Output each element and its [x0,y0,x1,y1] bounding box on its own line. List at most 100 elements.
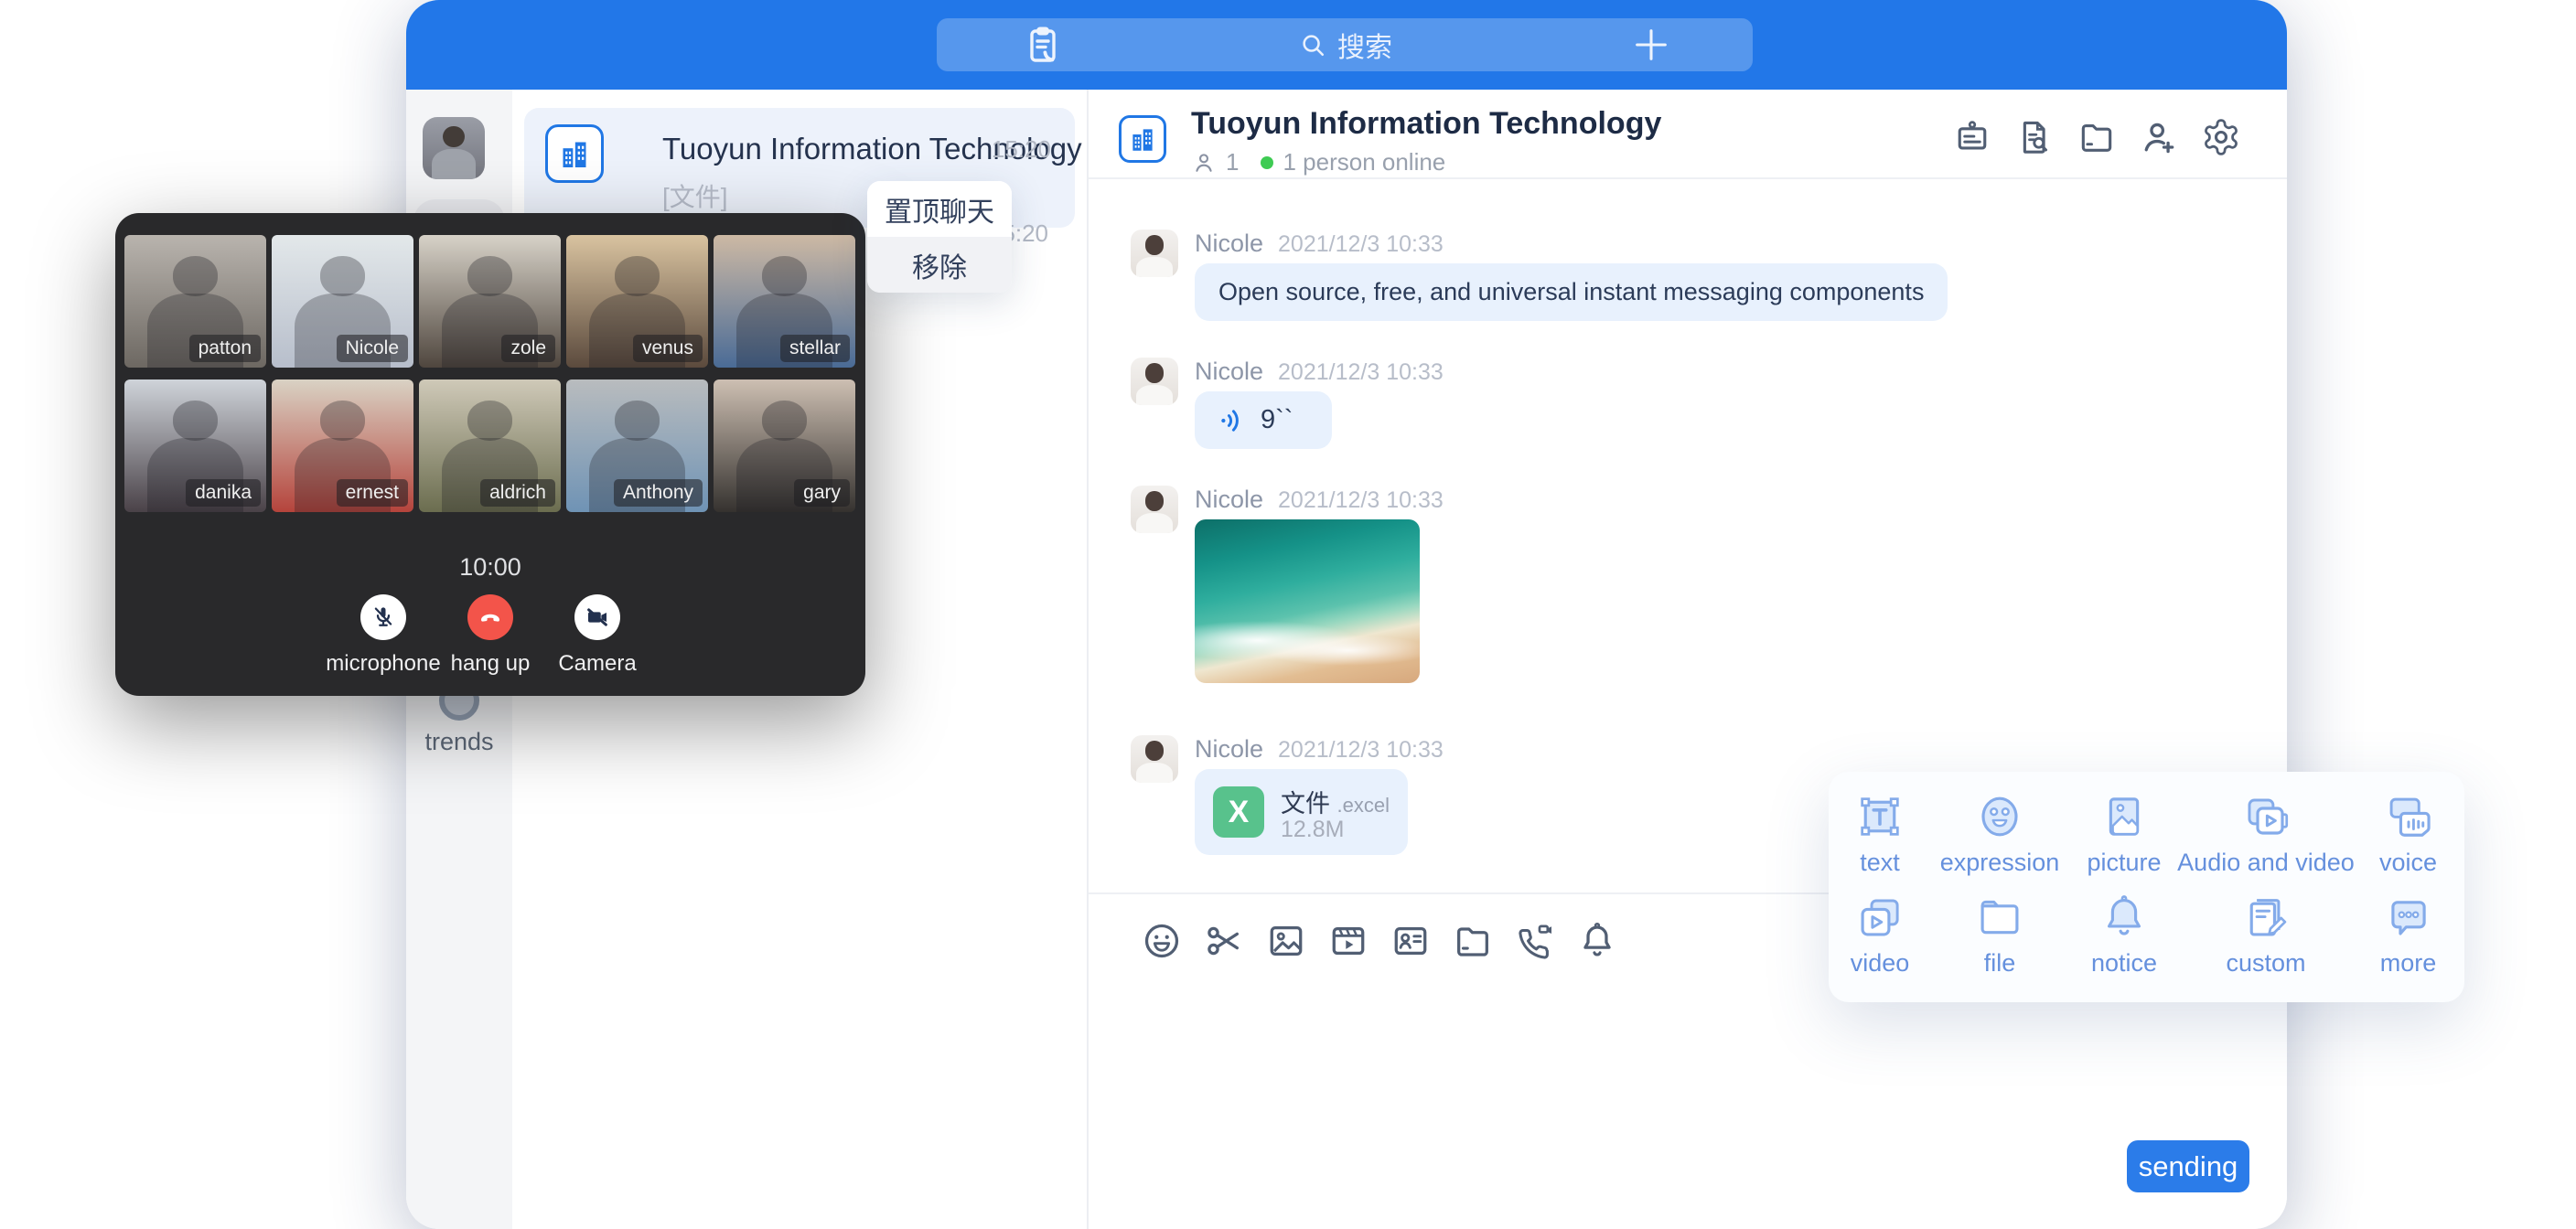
voice-bubble[interactable]: 9`` [1195,391,1332,449]
feature-label: file [1984,949,2016,978]
avatar[interactable] [1131,358,1178,405]
feature-item-file[interactable]: file [1931,892,2068,993]
participant-name: Anthony [614,479,703,507]
participant-tile: Nicole [272,235,413,368]
participant-name: venus [633,335,703,362]
feature-item-notice[interactable]: notice [2068,892,2180,993]
participant-name: gary [794,479,850,507]
group-avatar [1119,115,1166,163]
my-avatar[interactable] [423,117,485,179]
control-label: hang up [451,651,531,677]
sender-name: Nicole [1195,230,1263,258]
feature-label: video [1851,949,1910,978]
sender-name: Nicole [1195,358,1263,386]
call-controls: microphonehang upCamera [115,594,865,677]
message-time: 2021/12/3 10:33 [1278,359,1444,386]
feature-item-custom[interactable]: custom [2180,892,2352,993]
settings-icon[interactable] [2201,117,2241,157]
participant-tile: aldrich [419,379,561,512]
voice-wave-icon [1217,405,1248,436]
board-icon[interactable] [1952,117,1992,157]
picture-icon[interactable] [1265,920,1307,962]
context-menu: 置顶聊天移除 [867,181,1012,293]
message-file: Nicole 2021/12/3 10:33 X 文件 .excel 12.8M [1131,735,1444,855]
page: 搜索 trends Tuoyun Information Technology … [0,0,2576,1229]
search-icon [1297,29,1328,60]
emoji-icon[interactable] [1141,920,1183,962]
participant-tile: ernest [272,379,413,512]
participant-tile: Anthony [566,379,708,512]
text-bubble[interactable]: Open source, free, and universal instant… [1195,263,1948,321]
message-time: 2021/12/3 10:33 [1278,487,1444,514]
hang-up-icon [477,604,504,631]
participant-tile: venus [566,235,708,368]
feature-item-video[interactable]: video [1829,892,1931,993]
chat-item-time: 15:20 [992,135,1051,164]
control-label: microphone [326,651,440,677]
feature-item-picture[interactable]: picture [2068,792,2180,892]
participant-name: aldrich [480,479,555,507]
person-add-icon[interactable] [2139,117,2179,157]
folder-icon[interactable] [2077,117,2117,157]
video-clip-icon[interactable] [1327,920,1369,962]
member-count: 1 [1226,148,1239,176]
participant-tile: danika [124,379,266,512]
feature-item-more[interactable]: more [2352,892,2464,993]
feature-panel: text expression pictureAudio and video voic… [1829,772,2464,1002]
voice-icon [2384,792,2433,841]
bell-icon[interactable] [1576,920,1618,962]
call-timer: 10:00 [115,553,865,582]
mic-off-icon [370,604,397,631]
feature-item-voice[interactable]: voice [2352,792,2464,892]
file-bubble[interactable]: X 文件 .excel 12.8M [1195,769,1408,855]
context-menu-item[interactable]: 移除 [867,237,1012,293]
image-attachment[interactable] [1195,519,1420,683]
folder-icon[interactable] [1452,920,1494,962]
hang-up-button[interactable] [467,594,513,640]
participant-tile: zole [419,235,561,368]
more-icon [2384,892,2433,942]
participant-tile: patton [124,235,266,368]
file-ext: .excel [1337,794,1390,817]
conversation-status: 1 1 person online [1191,148,1445,176]
file-name: 文件 .excel [1281,784,1390,819]
feature-item-text[interactable]: text [1829,792,1931,892]
avatar[interactable] [1131,230,1178,277]
microphone-button[interactable] [360,594,406,640]
scissors-icon[interactable] [1203,920,1245,962]
text-icon [1855,792,1905,841]
video-icon [1855,892,1905,942]
group-avatar [545,124,604,183]
participant-grid: pattonNicole zole venus stellar danikaernest… [124,235,856,512]
add-icon[interactable] [1630,24,1672,66]
avatar[interactable] [1131,735,1178,783]
avatar[interactable] [1131,486,1178,533]
feature-label: text [1860,849,1900,877]
video-call-overlay: pattonNicole zole venus stellar danikaernest… [115,213,865,696]
file-size: 12.8M [1281,817,1344,843]
participant-tile: stellar [714,235,855,368]
search-bar[interactable]: 搜索 [937,18,1753,71]
feature-label: custom [2226,949,2305,978]
file-icon [1975,892,2024,942]
video-call-icon[interactable] [1514,920,1556,962]
building-icon [556,135,593,172]
participant-name: zole [501,335,555,362]
building-icon [1127,123,1158,155]
feature-item-audio-and-video[interactable]: Audio and video [2180,792,2352,892]
feature-item-expression[interactable]: expression [1931,792,2068,892]
message-voice: Nicole 2021/12/3 10:33 9`` [1131,358,1444,449]
contact-card-icon[interactable] [1390,920,1432,962]
chat-item-preview: [文件] [662,177,728,214]
Camera-button[interactable] [574,594,620,640]
send-button[interactable]: sending [2127,1140,2249,1192]
participant-tile: gary [714,379,855,512]
doc-search-icon[interactable] [2014,117,2055,157]
online-dot-icon [1261,156,1273,169]
member-icon [1191,150,1217,176]
feature-label: expression [1940,849,2060,877]
feature-label: voice [2379,849,2437,877]
conversation-actions [1952,117,2241,157]
context-menu-item[interactable]: 置顶聊天 [867,181,1012,237]
camera-off-icon [584,604,611,631]
